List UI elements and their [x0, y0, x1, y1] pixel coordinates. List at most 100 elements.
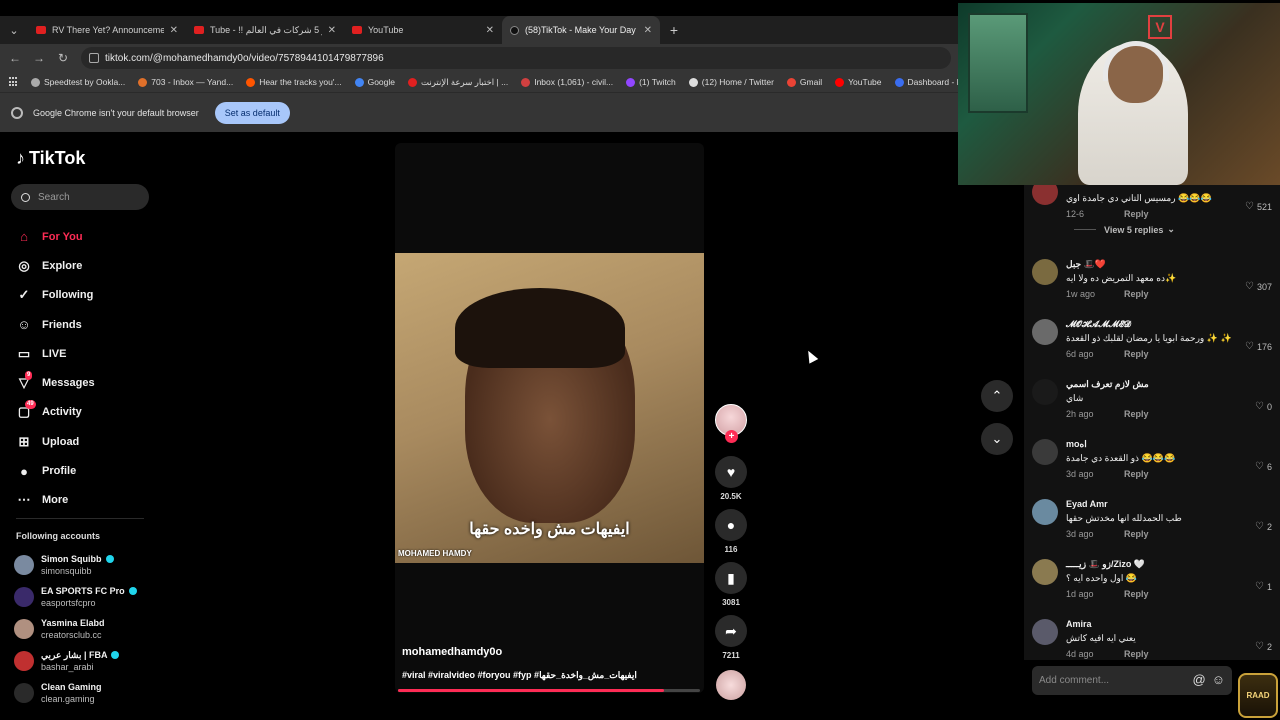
sidebar-item-for-you[interactable]: ⌂ For You — [16, 222, 156, 251]
comment-like-button[interactable]: ♡ 1 — [1255, 581, 1272, 592]
following-account[interactable]: Simon Squibb simonsquibb — [14, 549, 164, 581]
comment-like-button[interactable]: ♡ 521 — [1245, 201, 1272, 212]
heart-icon[interactable]: ♥ — [715, 456, 747, 488]
browser-tab-3[interactable]: YouTube ✕ — [344, 16, 502, 44]
back-arrow-icon[interactable]: ← — [3, 51, 27, 65]
bookmark-item[interactable]: Dashboard - Restre... — [894, 77, 958, 88]
add-comment-input[interactable]: Add comment... @ ☺ — [1032, 666, 1232, 695]
commenter-avatar[interactable] — [1032, 379, 1058, 405]
bookmark-item[interactable]: Hear the tracks you'... — [246, 77, 342, 88]
reply-button[interactable]: Reply — [1124, 649, 1149, 659]
emoji-icon[interactable]: ☺ — [1212, 672, 1225, 687]
bookmark-item[interactable]: Inbox (1,061) - civil... — [521, 77, 613, 88]
reply-button[interactable]: Reply — [1124, 469, 1149, 479]
forward-arrow-icon[interactable]: → — [27, 51, 51, 65]
following-account[interactable]: EA SPORTS FC Pro easportsfcpro — [14, 581, 164, 613]
search-input[interactable]: Search — [11, 184, 149, 210]
reply-button[interactable]: Reply — [1124, 409, 1149, 419]
browser-tab-2[interactable]: Tube - !! أكبر 5 شركات في العالم ✕ — [186, 16, 344, 44]
bookmark-item[interactable]: Speedtest by Ookla... — [31, 77, 125, 88]
comment-like-button[interactable]: ♡ 6 — [1255, 461, 1272, 472]
music-disc-icon[interactable] — [716, 670, 746, 700]
comment-like-button[interactable]: ♡ 307 — [1245, 281, 1272, 292]
comment-username[interactable]: moاه — [1066, 439, 1087, 450]
sidebar-item-live[interactable]: ▭ LIVE — [16, 339, 156, 368]
comment-username[interactable]: Eyad Amr — [1066, 499, 1108, 509]
comment-like-button[interactable]: ♡ 2 — [1255, 641, 1272, 652]
commenter-avatar[interactable] — [1032, 439, 1058, 465]
commenter-avatar[interactable] — [1032, 185, 1058, 205]
mention-icon[interactable]: @ — [1193, 672, 1206, 687]
comment-action[interactable]: ● 116 — [713, 509, 749, 554]
commenter-avatar[interactable] — [1032, 319, 1058, 345]
browser-tab-active[interactable]: (58)TikTok - Make Your Day ✕ — [502, 16, 660, 44]
bookmark-item[interactable]: Google — [354, 77, 395, 88]
browser-tab-1[interactable]: RV There Yet? Announcement T ✕ — [28, 16, 186, 44]
video-progress-bar[interactable] — [398, 689, 700, 692]
video-content[interactable]: ايفيهات مش واخده حقها MOHAMED HAMDY — [395, 253, 704, 563]
comment-username[interactable]: زو 🎩 زيـــــ/Zizo 🤍 — [1066, 559, 1145, 570]
follow-plus-icon[interactable]: + — [725, 430, 738, 443]
comment-username[interactable]: Amira — [1066, 619, 1092, 629]
reply-button[interactable]: Reply — [1124, 289, 1149, 299]
bookmark-item[interactable]: Gmail — [786, 77, 822, 88]
reply-button[interactable]: Reply — [1124, 209, 1149, 219]
video-author[interactable]: mohamedhamdy0o — [402, 646, 502, 658]
sidebar-item-upload[interactable]: ⊞ Upload — [16, 427, 156, 456]
bookmark-item[interactable]: YouTube — [835, 77, 882, 88]
commenter-avatar[interactable] — [1032, 499, 1058, 525]
bookmark-item[interactable]: اختبار سرعة الإنترنت | ... — [408, 77, 508, 88]
heart-outline-icon: ♡ — [1255, 401, 1264, 412]
comment-like-button[interactable]: ♡ 2 — [1255, 521, 1272, 532]
set-default-button[interactable]: Set as default — [214, 101, 290, 124]
site-info-icon[interactable] — [89, 53, 99, 63]
creator-avatar[interactable]: + — [715, 404, 747, 443]
share-arrow-icon[interactable]: ➦ — [715, 615, 747, 647]
apps-grid-icon[interactable] — [9, 77, 17, 87]
sidebar-item-explore[interactable]: ◎ Explore — [16, 251, 156, 280]
next-video-chevron-down-icon[interactable]: ⌄ — [981, 423, 1013, 455]
previous-video-chevron-up-icon[interactable]: ⌃ — [981, 380, 1013, 412]
video-hashtags[interactable]: #viral #viralvideo #foryou #fyp #ايفيهات… — [402, 670, 637, 681]
activity-icon: ▢ 49 — [17, 400, 36, 420]
following-account[interactable]: Yasmina Elabd creatorsclub.cc — [14, 613, 164, 645]
comment-username[interactable]: جبل 🎩❤️ — [1066, 259, 1106, 270]
save-action[interactable]: ▮ 3081 — [713, 562, 749, 607]
share-action[interactable]: ➦ 7211 — [713, 615, 749, 660]
sidebar-item-friends[interactable]: ☺ Friends — [16, 310, 156, 339]
reply-button[interactable]: Reply — [1124, 529, 1149, 539]
following-account[interactable]: Clean Gaming clean.gaming — [14, 677, 164, 709]
commenter-avatar[interactable] — [1032, 619, 1058, 645]
like-action[interactable]: ♥ 20.5K — [713, 456, 749, 501]
commenter-avatar[interactable] — [1032, 259, 1058, 285]
reply-button[interactable]: Reply — [1124, 349, 1149, 359]
comment-icon[interactable]: ● — [715, 509, 747, 541]
comment-username[interactable]: مش لازم تعرف اسمي — [1066, 379, 1149, 390]
bookmark-item[interactable]: (12) Home / Twitter — [688, 77, 774, 88]
sidebar-item-more[interactable]: ⋯ More — [16, 486, 156, 515]
reply-button[interactable]: Reply — [1124, 589, 1149, 599]
comment-username[interactable]: 𝓜𝓞𝓗𝓐𝓜𝓜𝓔𝓓 — [1066, 319, 1131, 330]
bookmark-item[interactable]: 703 - Inbox — Yand... — [138, 77, 233, 88]
sidebar-item-messages[interactable]: ▽ 9 Messages — [16, 368, 156, 397]
close-tab-icon[interactable]: ✕ — [486, 25, 494, 36]
commenter-avatar[interactable] — [1032, 559, 1058, 585]
following-account[interactable]: بشار عربي | FBA bashar_arabi — [14, 645, 164, 677]
new-tab-button[interactable]: + — [660, 22, 688, 38]
reload-icon[interactable]: ↻ — [51, 51, 75, 65]
tab-search-icon[interactable]: ⌄ — [0, 16, 28, 44]
comment-like-button[interactable]: ♡ 176 — [1245, 341, 1272, 352]
bookmark-item[interactable]: (1) Twitch — [626, 77, 676, 88]
video-player[interactable]: ايفيهات مش واخده حقها MOHAMED HAMDY moha… — [395, 143, 704, 693]
sidebar-item-following[interactable]: ✓ Following — [16, 281, 156, 310]
close-tab-icon[interactable]: ✕ — [644, 25, 652, 36]
address-bar[interactable]: tiktok.com/@mohamedhamdy0o/video/7578944… — [81, 47, 951, 69]
view-replies-button[interactable]: View 5 replies ⌄ — [1074, 224, 1175, 235]
bookmark-icon[interactable]: ▮ — [715, 562, 747, 594]
comment-like-button[interactable]: ♡ 0 — [1255, 401, 1272, 412]
close-tab-icon[interactable]: ✕ — [328, 25, 336, 36]
close-tab-icon[interactable]: ✕ — [170, 25, 178, 36]
sidebar-item-profile[interactable]: ● Profile — [16, 456, 156, 485]
tiktok-logo[interactable]: ♪ TikTok — [16, 148, 85, 169]
sidebar-item-activity[interactable]: ▢ 49 Activity — [16, 398, 156, 427]
